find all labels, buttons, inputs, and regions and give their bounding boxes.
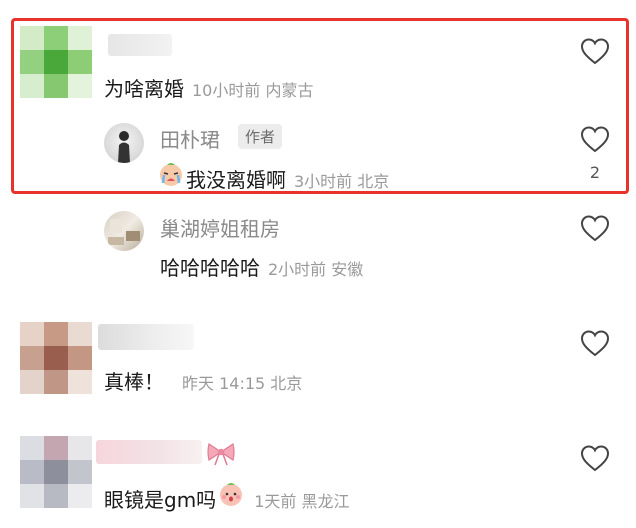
reply-meta: 2小时前 安徽 [268,260,364,279]
comment-meta: 昨天 14:15 北京 [182,374,303,393]
heart-outline-icon[interactable] [580,37,610,65]
comment-list: 为啥离婚 10小时前 内蒙古 田朴珺 作者 我没离婚啊 3小时前 北京 2 巢湖… [0,0,636,528]
reply-author-name[interactable]: 田朴珺 [160,124,220,153]
author-badge: 作者 [238,124,283,149]
peach-face-icon [220,483,243,506]
like-count: 2 [589,163,601,182]
heart-outline-icon[interactable] [580,444,610,472]
author-avatar[interactable] [104,123,144,163]
reply-avatar[interactable] [104,211,144,251]
pink-bow-icon [207,443,235,466]
comment-text: 真棒！ [104,370,164,394]
comment-meta: 10小时前 内蒙古 [192,81,314,100]
person-silhouette-icon [118,131,130,163]
room-photo-icon [108,219,140,245]
reply-meta: 3小时前 北京 [294,172,390,191]
reply-text: 我没离婚啊 [186,168,286,192]
comment-body[interactable]: 真棒！ 昨天 14:15 北京 [104,366,302,395]
avatar[interactable] [20,26,92,98]
heart-outline-icon[interactable] [580,214,610,242]
heart-outline-icon[interactable] [580,125,610,153]
blurred-username[interactable] [98,324,194,350]
avatar[interactable] [20,436,92,508]
comment-text: 为啥离婚 [104,77,184,101]
reply-body[interactable]: 哈哈哈哈哈 2小时前 安徽 [160,252,363,281]
reply-body[interactable]: 我没离婚啊 3小时前 北京 [158,161,389,193]
blurred-username[interactable] [108,34,172,56]
crying-face-icon [160,163,182,186]
heart-outline-icon[interactable] [580,329,610,357]
comment-meta: 1天前 黑龙江 [254,492,350,511]
comment-body[interactable]: 眼镜是gm吗 1天前 黑龙江 [104,481,349,513]
comment-text: 眼镜是gm吗 [104,488,217,512]
blurred-username[interactable] [96,440,202,464]
comment-body[interactable]: 为啥离婚 10小时前 内蒙古 [104,73,313,102]
reply-author-name[interactable]: 巢湖婷姐租房 [160,213,280,242]
avatar[interactable] [20,322,92,394]
reply-text: 哈哈哈哈哈 [160,256,260,280]
